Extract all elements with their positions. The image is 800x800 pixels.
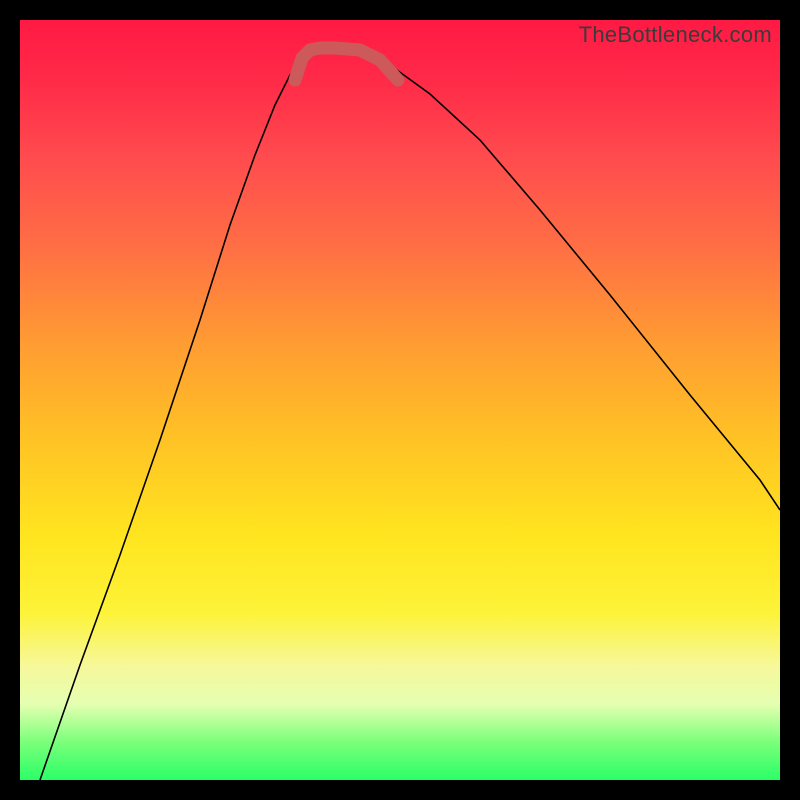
chart-plot-area: TheBottleneck.com xyxy=(20,20,780,780)
flat-bottom-marker xyxy=(295,48,398,80)
curve-layer xyxy=(20,20,780,780)
bottleneck-curve xyxy=(40,48,780,780)
chart-outer-frame: TheBottleneck.com xyxy=(0,0,800,800)
